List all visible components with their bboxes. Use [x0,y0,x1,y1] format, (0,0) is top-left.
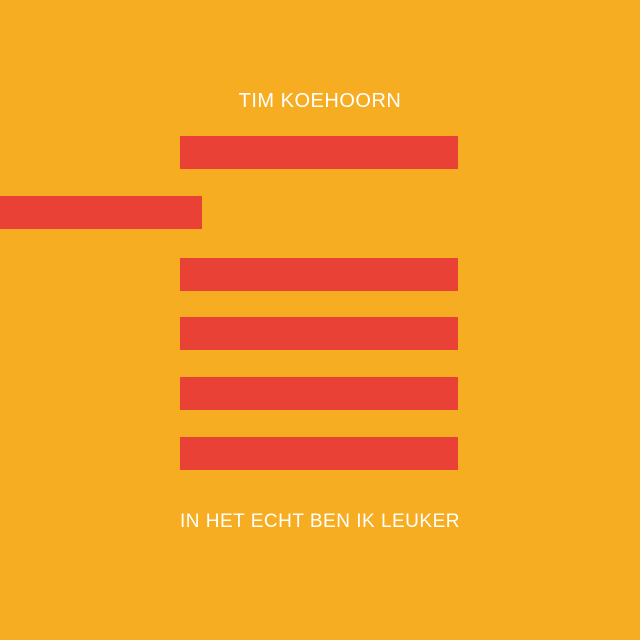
artist-name: TIM KOEHOORN [238,90,402,112]
red-bar [180,377,458,410]
red-bar [180,136,458,169]
red-bar-offset [0,196,202,229]
red-bar [180,437,458,470]
red-bar [180,258,458,291]
album-title: IN HET ECHT BEN IK LEUKER [180,511,460,532]
red-bar [180,317,458,350]
album-cover: TIM KOEHOORN IN HET ECHT BEN IK LEUKER [0,0,640,640]
